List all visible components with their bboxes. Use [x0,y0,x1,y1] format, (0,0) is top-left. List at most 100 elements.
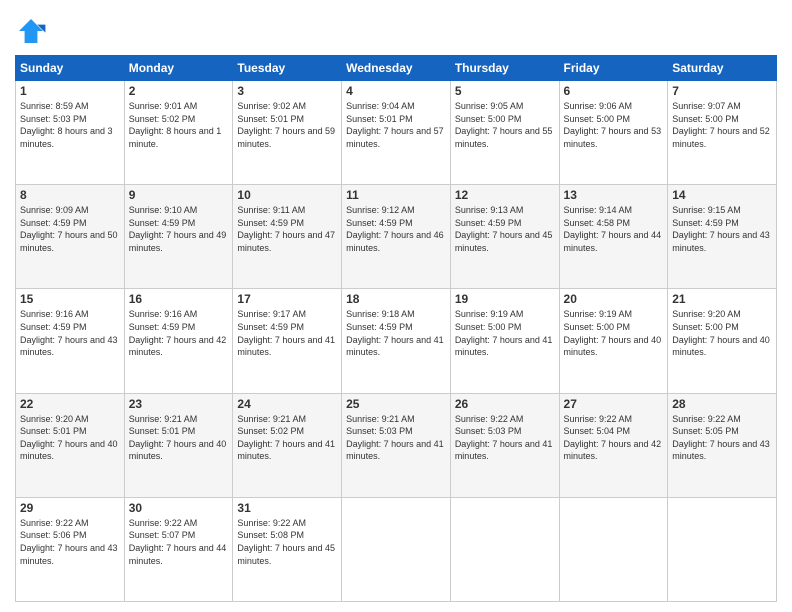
calendar-table: SundayMondayTuesdayWednesdayThursdayFrid… [15,55,777,602]
calendar-cell: 5Sunrise: 9:05 AMSunset: 5:00 PMDaylight… [450,81,559,185]
calendar-cell: 11 Sunrise: 9:12 AMSunset: 4:59 PMDayligh… [342,185,451,289]
calendar-cell: 7 Sunrise: 9:07 AMSunset: 5:00 PMDaylight… [668,81,777,185]
day-number: 10 [237,188,337,202]
dow-header-thursday: Thursday [450,56,559,81]
calendar-cell: 27 Sunrise: 9:22 AMSunset: 5:04 PMDayligh… [559,393,668,497]
cell-content: Sunrise: 9:16 AMSunset: 4:59 PMDaylight:… [129,308,229,358]
day-number: 30 [129,501,229,515]
day-number: 24 [237,397,337,411]
calendar-cell: 14 Sunrise: 9:15 AMSunset: 4:59 PMDayligh… [668,185,777,289]
day-number: 6 [564,84,664,98]
cell-content: Sunrise: 9:22 AMSunset: 5:04 PMDaylight:… [564,413,664,463]
calendar-cell: 21 Sunrise: 9:20 AMSunset: 5:00 PMDayligh… [668,289,777,393]
page: SundayMondayTuesdayWednesdayThursdayFrid… [0,0,792,612]
calendar-cell [342,497,451,601]
calendar-cell: 10 Sunrise: 9:11 AMSunset: 4:59 PMDayligh… [233,185,342,289]
calendar-cell: 17 Sunrise: 9:17 AMSunset: 4:59 PMDayligh… [233,289,342,393]
cell-content: Sunrise: 9:22 AMSunset: 5:05 PMDaylight:… [672,413,772,463]
day-number: 27 [564,397,664,411]
calendar-cell: 31 Sunrise: 9:22 AMSunset: 5:08 PMDayligh… [233,497,342,601]
cell-content: Sunrise: 9:14 AMSunset: 4:58 PMDaylight:… [564,204,664,254]
day-number: 11 [346,188,446,202]
calendar-cell: 9 Sunrise: 9:10 AMSunset: 4:59 PMDaylight… [124,185,233,289]
calendar-cell: 3 Sunrise: 9:02 AMSunset: 5:01 PMDaylight… [233,81,342,185]
day-number: 25 [346,397,446,411]
cell-content: Sunrise: 9:06 AMSunset: 5:00 PMDaylight:… [564,100,664,150]
day-number: 18 [346,292,446,306]
calendar-cell [450,497,559,601]
day-number: 29 [20,501,120,515]
cell-content: Sunrise: 9:16 AMSunset: 4:59 PMDaylight:… [20,308,120,358]
day-number: 14 [672,188,772,202]
day-number: 12 [455,188,555,202]
cell-content: Sunrise: 9:18 AMSunset: 4:59 PMDaylight:… [346,308,446,358]
logo-icon [15,15,47,47]
cell-content: Sunrise: 9:10 AMSunset: 4:59 PMDaylight:… [129,204,229,254]
day-number: 20 [564,292,664,306]
cell-content: Sunrise: 9:07 AMSunset: 5:00 PMDaylight:… [672,100,772,150]
day-number: 28 [672,397,772,411]
cell-content: Sunrise: 9:20 AMSunset: 5:00 PMDaylight:… [672,308,772,358]
logo [15,15,51,47]
calendar-cell: 8 Sunrise: 9:09 AMSunset: 4:59 PMDaylight… [16,185,125,289]
cell-content: Sunrise: 8:59 AMSunset: 5:03 PMDaylight:… [20,100,120,150]
cell-content: Sunrise: 9:02 AMSunset: 5:01 PMDaylight:… [237,100,337,150]
cell-content: Sunrise: 9:20 AMSunset: 5:01 PMDaylight:… [20,413,120,463]
calendar-cell: 6 Sunrise: 9:06 AMSunset: 5:00 PMDaylight… [559,81,668,185]
calendar-cell: 16Sunrise: 9:16 AMSunset: 4:59 PMDayligh… [124,289,233,393]
day-number: 3 [237,84,337,98]
cell-content: Sunrise: 9:21 AMSunset: 5:03 PMDaylight:… [346,413,446,463]
cell-content: Sunrise: 9:19 AMSunset: 5:00 PMDaylight:… [564,308,664,358]
cell-content: Sunrise: 9:04 AMSunset: 5:01 PMDaylight:… [346,100,446,150]
calendar-cell: 12 Sunrise: 9:13 AMSunset: 4:59 PMDayligh… [450,185,559,289]
calendar-cell [559,497,668,601]
calendar-cell: 18 Sunrise: 9:18 AMSunset: 4:59 PMDayligh… [342,289,451,393]
day-number: 26 [455,397,555,411]
calendar-cell: 13 Sunrise: 9:14 AMSunset: 4:58 PMDayligh… [559,185,668,289]
cell-content: Sunrise: 9:13 AMSunset: 4:59 PMDaylight:… [455,204,555,254]
calendar-cell: 15Sunrise: 9:16 AMSunset: 4:59 PMDayligh… [16,289,125,393]
dow-header-wednesday: Wednesday [342,56,451,81]
cell-content: Sunrise: 9:22 AMSunset: 5:06 PMDaylight:… [20,517,120,567]
day-number: 23 [129,397,229,411]
calendar-cell: 19Sunrise: 9:19 AMSunset: 5:00 PMDayligh… [450,289,559,393]
cell-content: Sunrise: 9:21 AMSunset: 5:01 PMDaylight:… [129,413,229,463]
dow-header-friday: Friday [559,56,668,81]
dow-header-monday: Monday [124,56,233,81]
cell-content: Sunrise: 9:09 AMSunset: 4:59 PMDaylight:… [20,204,120,254]
cell-content: Sunrise: 9:01 AMSunset: 5:02 PMDaylight:… [129,100,229,150]
cell-content: Sunrise: 9:15 AMSunset: 4:59 PMDaylight:… [672,204,772,254]
day-number: 31 [237,501,337,515]
calendar-cell: 1 Sunrise: 8:59 AMSunset: 5:03 PMDaylight… [16,81,125,185]
calendar-cell: 29 Sunrise: 9:22 AMSunset: 5:06 PMDayligh… [16,497,125,601]
calendar-cell: 24 Sunrise: 9:21 AMSunset: 5:02 PMDayligh… [233,393,342,497]
cell-content: Sunrise: 9:22 AMSunset: 5:03 PMDaylight:… [455,413,555,463]
day-number: 8 [20,188,120,202]
day-number: 21 [672,292,772,306]
calendar-cell: 4 Sunrise: 9:04 AMSunset: 5:01 PMDaylight… [342,81,451,185]
day-number: 13 [564,188,664,202]
cell-content: Sunrise: 9:12 AMSunset: 4:59 PMDaylight:… [346,204,446,254]
dow-header-sunday: Sunday [16,56,125,81]
cell-content: Sunrise: 9:05 AMSunset: 5:00 PMDaylight:… [455,100,555,150]
calendar-cell: 20 Sunrise: 9:19 AMSunset: 5:00 PMDayligh… [559,289,668,393]
cell-content: Sunrise: 9:17 AMSunset: 4:59 PMDaylight:… [237,308,337,358]
day-number: 1 [20,84,120,98]
day-number: 7 [672,84,772,98]
header [15,15,777,47]
calendar-cell: 26 Sunrise: 9:22 AMSunset: 5:03 PMDayligh… [450,393,559,497]
cell-content: Sunrise: 9:19 AMSunset: 5:00 PMDaylight:… [455,308,555,358]
calendar-cell: 25 Sunrise: 9:21 AMSunset: 5:03 PMDayligh… [342,393,451,497]
cell-content: Sunrise: 9:21 AMSunset: 5:02 PMDaylight:… [237,413,337,463]
day-number: 17 [237,292,337,306]
cell-content: Sunrise: 9:22 AMSunset: 5:08 PMDaylight:… [237,517,337,567]
day-number: 2 [129,84,229,98]
day-number: 22 [20,397,120,411]
day-number: 4 [346,84,446,98]
calendar-cell: 30Sunrise: 9:22 AMSunset: 5:07 PMDayligh… [124,497,233,601]
calendar-cell: 22 Sunrise: 9:20 AMSunset: 5:01 PMDayligh… [16,393,125,497]
dow-header-saturday: Saturday [668,56,777,81]
cell-content: Sunrise: 9:11 AMSunset: 4:59 PMDaylight:… [237,204,337,254]
calendar-cell [668,497,777,601]
day-number: 9 [129,188,229,202]
